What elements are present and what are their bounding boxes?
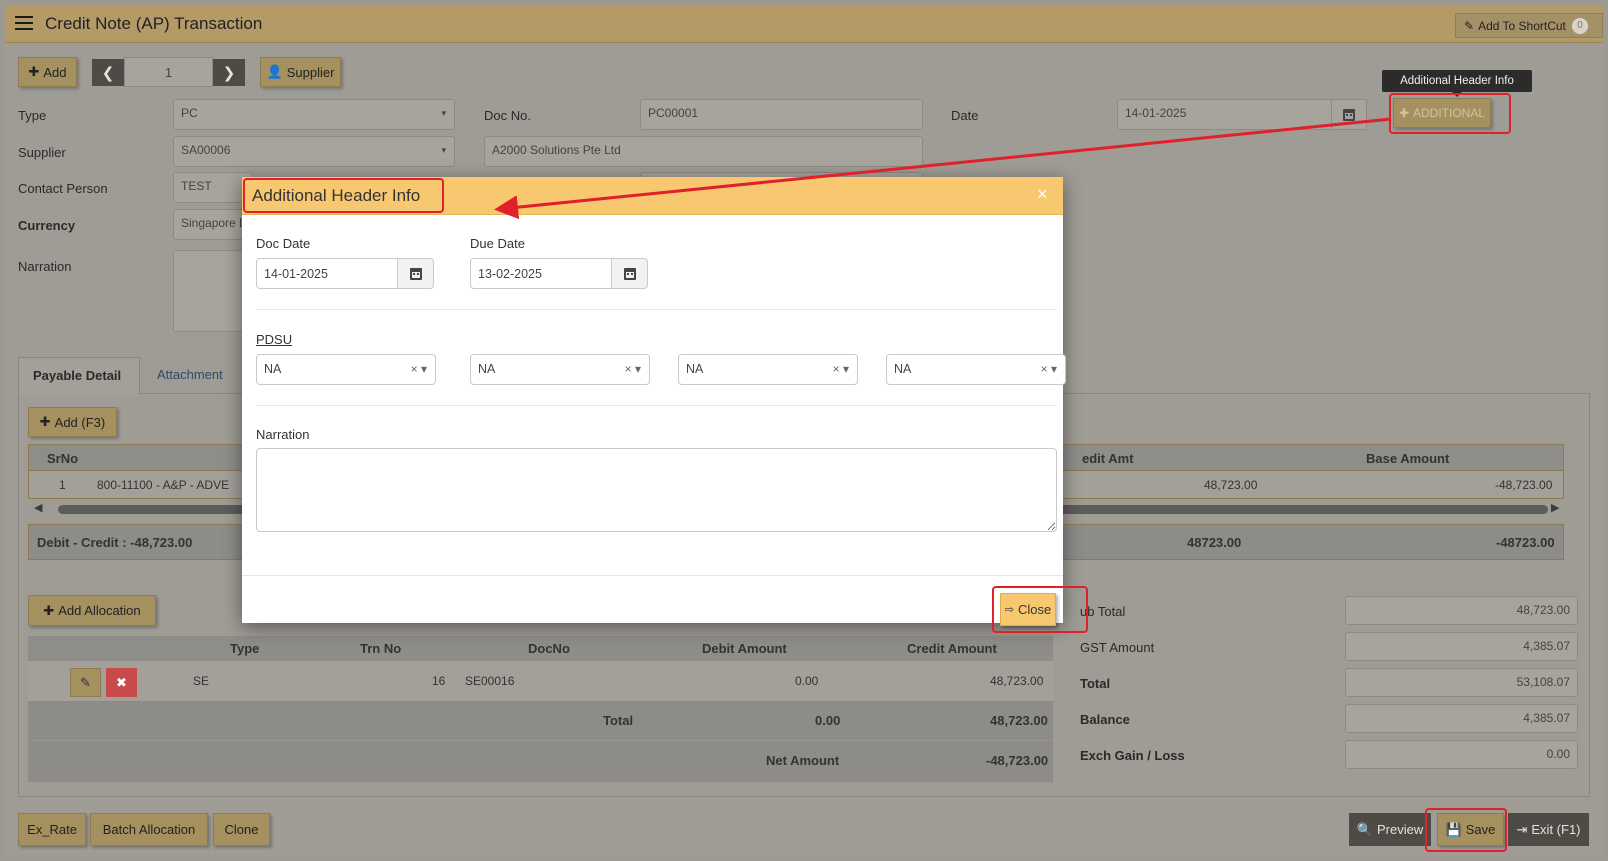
annotation-arrow [494,117,1392,220]
annotation-arrow-line [494,117,1392,220]
